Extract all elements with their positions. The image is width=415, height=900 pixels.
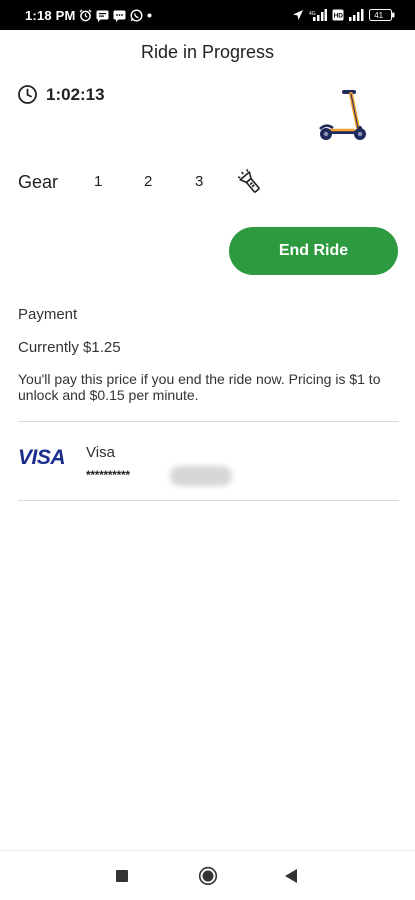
dot-icon [147,13,152,18]
signal-icon: 4G [309,9,327,21]
divider [18,500,399,501]
elapsed-time: 1:02:13 [46,84,105,104]
gear-option-2[interactable]: 2 [144,173,152,190]
notification-icons [79,9,152,22]
svg-text:HD: HD [334,13,344,20]
scooter-icon [316,88,370,144]
chat-icon [113,10,126,22]
pricing-note: You'll pay this price if you end the rid… [18,371,381,403]
gear-option-3[interactable]: 3 [195,173,203,190]
whatsapp-icon [130,9,143,22]
svg-text:4G: 4G [309,11,316,17]
gear-label: Gear [18,172,59,192]
back-icon[interactable] [285,869,297,883]
status-time: 1:18 PM [25,8,76,23]
message-icon [96,10,109,22]
volte-icon: HD [332,9,344,21]
signal-icon-2 [349,9,364,21]
ride-timer: 1:02:13 [17,84,105,105]
gear-option-1[interactable]: 1 [94,173,102,190]
location-icon [292,9,304,21]
android-nav-bar [0,850,415,900]
payment-heading: Payment [18,306,78,323]
visa-logo: VISA [18,446,66,469]
ride-screen: 1:18 PM 4G HD 41 Ride in Progress 1:02:1… [0,0,415,900]
page-title: Ride in Progress [140,42,275,62]
flashlight-icon[interactable] [236,168,264,201]
home-icon[interactable] [198,866,218,886]
gear-selector: Gear 1 2 3 [17,169,277,196]
card-number: ********** [86,468,130,482]
end-ride-button[interactable]: End Ride [229,227,398,275]
redacted-card-digits [170,466,232,486]
alarm-icon [79,9,92,22]
payment-card[interactable]: VISA Visa ********** [18,440,399,490]
recents-icon[interactable] [116,870,128,882]
status-bar: 1:18 PM 4G HD 41 [0,0,415,30]
system-icons: 4G HD 41 [292,9,395,21]
clock-icon [17,84,38,105]
battery-level: 41 [374,11,383,20]
card-name: Visa [86,444,115,461]
current-price: Currently $1.25 [18,339,121,356]
divider [18,421,399,422]
battery-icon: 41 [369,9,395,21]
